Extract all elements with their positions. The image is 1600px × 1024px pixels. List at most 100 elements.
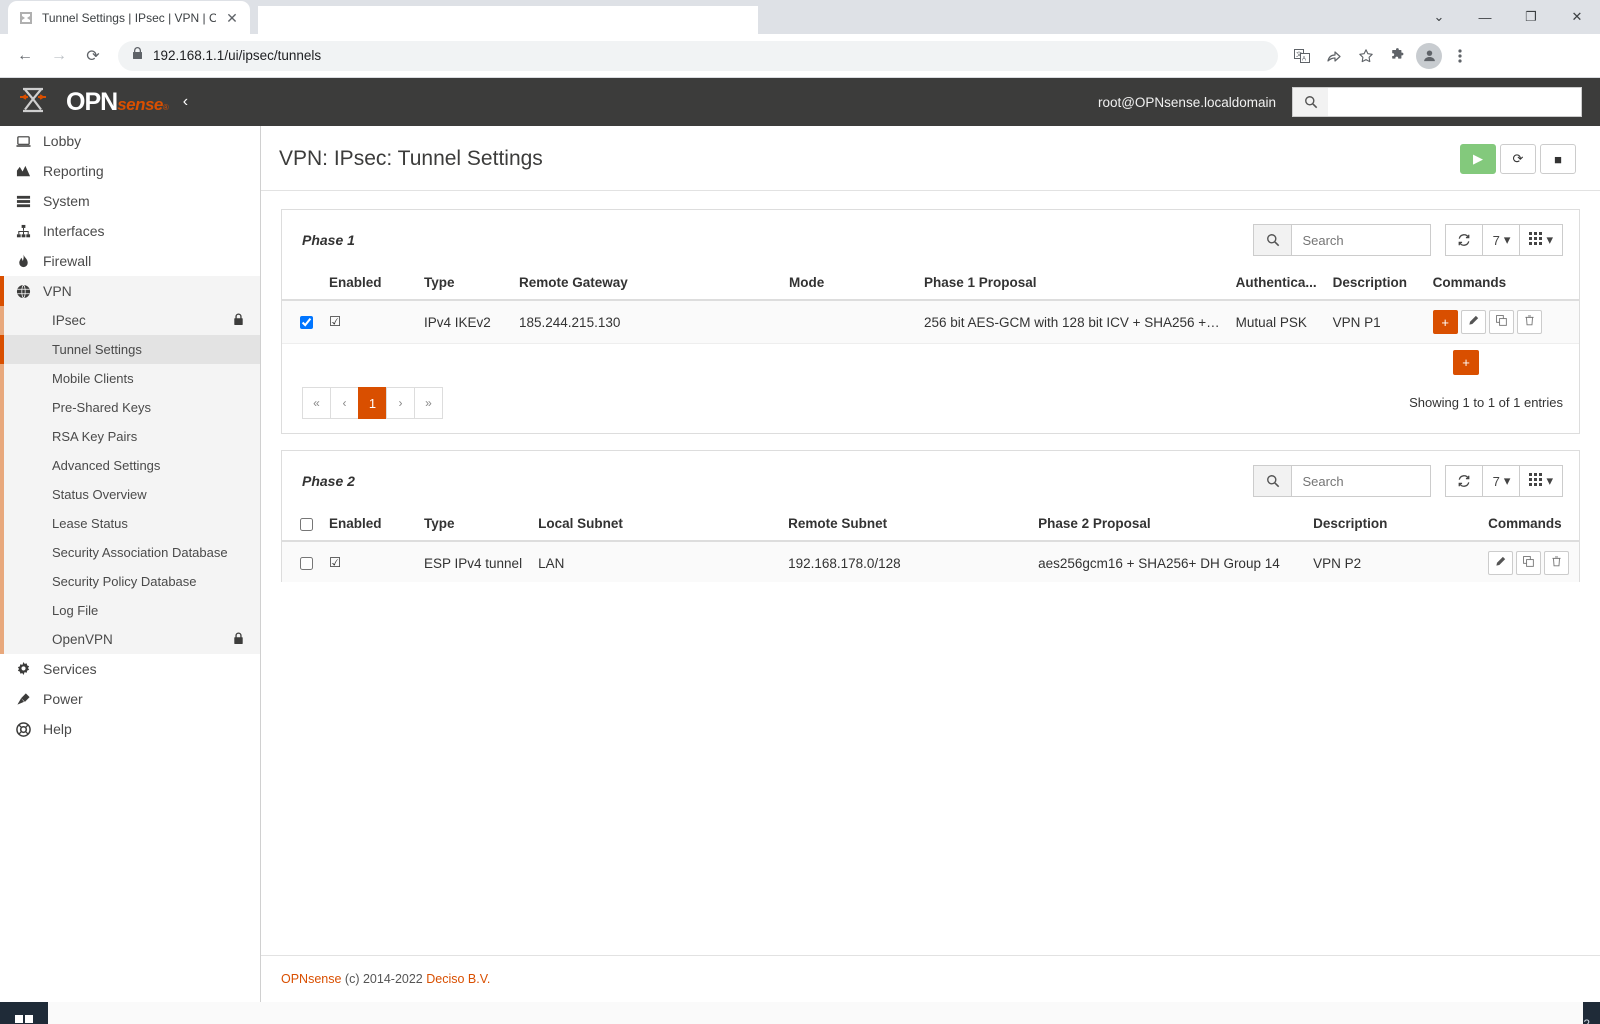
brand-registered: ® bbox=[162, 102, 169, 112]
phase1-row-clone-button[interactable] bbox=[1488, 310, 1514, 334]
global-search-input[interactable] bbox=[1328, 87, 1582, 117]
reload-icon[interactable]: ⟳ bbox=[78, 41, 108, 71]
phase2-col-enabled: Enabled bbox=[321, 507, 416, 542]
phase1-rows-per-page-select[interactable]: 7 ▾ bbox=[1482, 224, 1521, 256]
phase1-row-select[interactable] bbox=[282, 300, 321, 344]
phase2-row-edit-button[interactable] bbox=[1488, 551, 1514, 575]
phase1-search-input[interactable] bbox=[1291, 224, 1432, 256]
footer-brand-link[interactable]: OPNsense bbox=[281, 972, 341, 986]
row-select-checkbox[interactable] bbox=[300, 557, 313, 571]
sidebar-item-label: Status Overview bbox=[52, 487, 147, 502]
extensions-puzzle-icon[interactable] bbox=[1384, 42, 1412, 70]
start-icon[interactable] bbox=[0, 1002, 48, 1024]
sidebar-item-log-file[interactable]: Log File bbox=[4, 596, 260, 625]
back-icon[interactable]: ← bbox=[10, 41, 40, 71]
phase1-col-commands: Commands bbox=[1424, 266, 1579, 301]
sidebar-item-firewall[interactable]: Firewall bbox=[0, 246, 260, 276]
sidebar-item-rsa-key-pairs[interactable]: RSA Key Pairs bbox=[4, 422, 260, 451]
phase2-rows-per-page-value: 7 bbox=[1492, 473, 1500, 489]
browser-menu-icon[interactable] bbox=[1446, 42, 1474, 70]
table-row[interactable]: ☑ IPv4 IKEv2 185.244.215.130 256 bit AES… bbox=[282, 300, 1579, 344]
sidebar-item-label: RSA Key Pairs bbox=[52, 429, 138, 444]
window-close-icon[interactable]: ✕ bbox=[1554, 0, 1600, 34]
sidebar-item-status-overview[interactable]: Status Overview bbox=[4, 480, 260, 509]
sidebar-item-tunnel-settings[interactable]: Tunnel Settings bbox=[0, 335, 260, 364]
sidebar-item-system[interactable]: System bbox=[0, 186, 260, 216]
sidebar-item-interfaces[interactable]: Interfaces bbox=[0, 216, 260, 246]
phase2-search-input[interactable] bbox=[1291, 465, 1432, 497]
table-row[interactable]: ☑ ESP IPv4 tunnel LAN 192.168.178.0/128 … bbox=[282, 541, 1579, 582]
phase1-reload-button[interactable] bbox=[1445, 224, 1484, 256]
service-start-button[interactable]: ▶ bbox=[1460, 144, 1496, 174]
brand-wordmark: OPN sense ® bbox=[66, 88, 169, 117]
search-icon[interactable] bbox=[1253, 465, 1292, 497]
translate-icon[interactable]: 文A bbox=[1288, 42, 1316, 70]
sidebar-submenu-vpn: IPsec Tunnel Settings Mobile Clients Pre… bbox=[0, 306, 260, 654]
profile-avatar[interactable] bbox=[1416, 42, 1442, 69]
phase1-row-description: VPN P1 bbox=[1324, 300, 1425, 344]
phase2-reload-button[interactable] bbox=[1445, 465, 1484, 497]
phase1-row-delete-button[interactable] bbox=[1516, 310, 1542, 334]
service-stop-button[interactable]: ■ bbox=[1540, 144, 1576, 174]
phase1-row-add-phase2-button[interactable]: + bbox=[1432, 310, 1458, 334]
system-tray[interactable]: 2 bbox=[1583, 1017, 1600, 1024]
laptop-icon bbox=[14, 134, 32, 149]
bookmark-star-icon[interactable] bbox=[1352, 42, 1380, 70]
sidebar-item-label: Security Policy Database bbox=[52, 574, 197, 589]
sidebar-item-pre-shared-keys[interactable]: Pre-Shared Keys bbox=[4, 393, 260, 422]
global-search[interactable] bbox=[1292, 87, 1582, 117]
phase1-add-button[interactable]: + bbox=[1453, 350, 1479, 375]
phase1-table: Enabled Type Remote Gateway Mode Phase 1… bbox=[282, 266, 1579, 344]
sidebar-item-vpn[interactable]: VPN bbox=[0, 276, 260, 306]
app-logo-area[interactable]: OPN sense ® ‹ bbox=[0, 78, 261, 126]
phase2-rows-per-page-select[interactable]: 7 ▾ bbox=[1482, 465, 1521, 497]
address-bar[interactable]: 192.168.1.1/ui/ipsec/tunnels bbox=[118, 40, 1278, 71]
sidebar-item-label: VPN bbox=[43, 283, 72, 299]
tab-close-icon[interactable]: ✕ bbox=[224, 11, 240, 25]
phase1-row-edit-button[interactable] bbox=[1460, 310, 1486, 334]
phase1-page-prev[interactable]: ‹ bbox=[330, 387, 359, 419]
forward-icon[interactable]: → bbox=[44, 41, 74, 71]
phase2-row-select[interactable] bbox=[282, 541, 321, 582]
service-restart-button[interactable]: ⟳ bbox=[1500, 144, 1536, 174]
phase2-row-delete-button[interactable] bbox=[1544, 551, 1570, 575]
row-select-checkbox[interactable] bbox=[300, 316, 313, 330]
select-all-checkbox[interactable] bbox=[300, 517, 313, 531]
sidebar-item-power[interactable]: Power bbox=[0, 684, 260, 714]
window-maximize-icon[interactable]: ❐ bbox=[1508, 0, 1554, 34]
sidebar-item-reporting[interactable]: Reporting bbox=[0, 156, 260, 186]
phase1-search[interactable] bbox=[1253, 224, 1432, 256]
sidebar-item-mobile-clients[interactable]: Mobile Clients bbox=[4, 364, 260, 393]
sidebar-item-services[interactable]: Services bbox=[0, 654, 260, 684]
sidebar-item-security-policy-database[interactable]: Security Policy Database bbox=[4, 567, 260, 596]
phase2-column-chooser-button[interactable]: ▾ bbox=[1519, 465, 1563, 497]
window-minimize-icon[interactable]: — bbox=[1462, 0, 1508, 34]
phase2-search[interactable] bbox=[1253, 465, 1432, 497]
search-icon[interactable] bbox=[1253, 224, 1292, 256]
sidebar-item-lease-status[interactable]: Lease Status bbox=[4, 509, 260, 538]
sidebar-item-advanced-settings[interactable]: Advanced Settings bbox=[4, 451, 260, 480]
sidebar-collapse-icon[interactable]: ‹ bbox=[183, 93, 188, 111]
window-controls: ⌄ — ❐ ✕ bbox=[1416, 0, 1600, 34]
phase1-page-last[interactable]: » bbox=[414, 387, 443, 419]
sidebar-item-help[interactable]: Help bbox=[0, 714, 260, 744]
phase2-select-all-header[interactable] bbox=[282, 507, 321, 542]
sidebar-item-security-association-database[interactable]: Security Association Database bbox=[4, 538, 260, 567]
phase1-column-chooser-button[interactable]: ▾ bbox=[1519, 224, 1563, 256]
sidebar-item-openvpn[interactable]: OpenVPN bbox=[4, 625, 260, 654]
tab-search-icon[interactable]: ⌄ bbox=[1416, 0, 1462, 34]
phase1-page-1[interactable]: 1 bbox=[358, 387, 387, 419]
sidebar-item-ipsec[interactable]: IPsec bbox=[4, 306, 260, 335]
share-icon[interactable] bbox=[1320, 42, 1348, 70]
service-controls: ▶ ⟳ ■ bbox=[1460, 144, 1576, 174]
footer-company-link[interactable]: Deciso B.V. bbox=[426, 972, 490, 986]
phase2-row-clone-button[interactable] bbox=[1516, 551, 1542, 575]
phase1-page-next[interactable]: › bbox=[386, 387, 415, 419]
phase1-legend: Phase 1 bbox=[302, 232, 355, 248]
phase1-page-first[interactable]: « bbox=[302, 387, 331, 419]
browser-tab[interactable]: Tunnel Settings | IPsec | VPN | OP ✕ bbox=[8, 1, 250, 34]
search-icon[interactable] bbox=[1292, 87, 1328, 117]
phase2-row-enabled: ☑ bbox=[321, 541, 416, 582]
phase1-col-type: Type bbox=[416, 266, 511, 301]
sidebar-item-lobby[interactable]: Lobby bbox=[0, 126, 260, 156]
